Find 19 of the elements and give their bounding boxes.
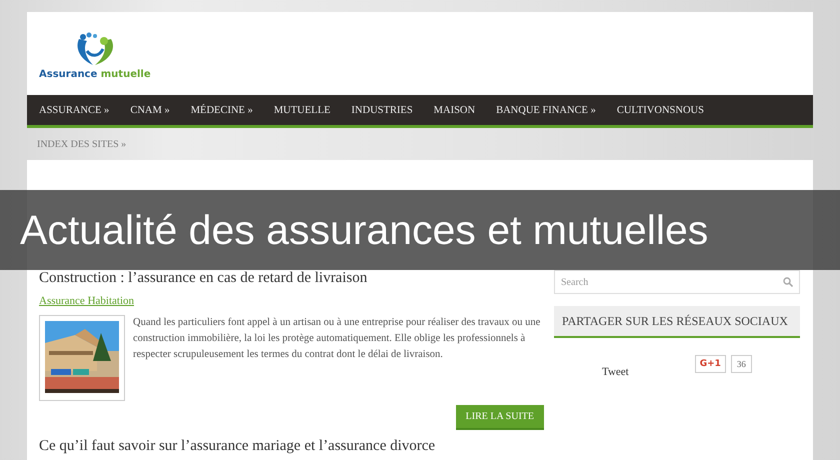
share-count: 36 [730,355,752,373]
article-excerpt: Quand les particuliers font appel à un artisan ou à une entreprise pour réaliser des travaux ou une construction immobilière, la loi les protège automatiquement. Elle oblige les professionnels à respecter scrupuleusement les termes du contrat dont le délai de livraison. [133,316,542,362]
nav-item[interactable]: BANQUE FINANCE » [488,104,607,116]
nav-item[interactable]: CNAM » [122,104,181,116]
article-title[interactable]: Construction : l’assurance en cas de retard de livraison [39,270,544,287]
widget-title: PARTAGER SUR LES RÉSEAUX SOCIAUX [554,306,800,338]
nav-item[interactable]: ASSURANCE » [31,104,120,116]
nav-item[interactable]: MUTUELLE [266,104,342,116]
nav-item[interactable]: INDUSTRIES [343,104,424,116]
nav-item[interactable]: CULTIVONSNOUS [608,104,715,116]
search-field[interactable]: Search [554,270,800,294]
article-title[interactable]: Ce qu’il faut savoir sur l’assurance mariage et l’assurance divorce [39,438,544,455]
nav-item[interactable]: MAISON [426,104,486,116]
search-icon [783,277,793,287]
google-plus-button[interactable]: G+1 [694,355,726,373]
tweet-link[interactable]: Tweet [602,366,629,378]
logo-text: Assurance mutuelle [39,69,151,80]
nav-item[interactable]: MÉDECINE » [182,104,264,116]
banner-title: Actualité des assurances et mutuelles [19,206,708,254]
